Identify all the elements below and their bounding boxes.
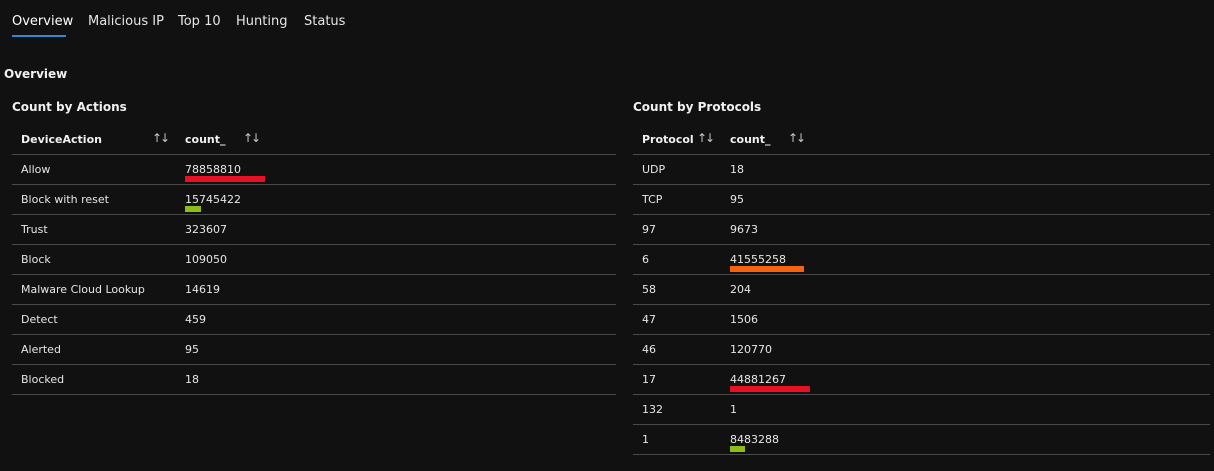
- tab-hunting[interactable]: Hunting: [236, 14, 287, 29]
- row-label: 1: [642, 433, 649, 446]
- row-count: 44881267: [730, 373, 786, 386]
- row-count: 1506: [730, 313, 758, 326]
- row-label: 132: [642, 403, 663, 416]
- row-count: 204: [730, 283, 751, 296]
- tab-overview[interactable]: Overview: [12, 14, 73, 29]
- tab-malicious-ip[interactable]: Malicious IP: [88, 14, 164, 29]
- count-bar: [185, 206, 201, 212]
- sort-icon[interactable]: ↑↓: [697, 131, 715, 145]
- row-label: 47: [642, 313, 656, 326]
- row-count: 41555258: [730, 253, 786, 266]
- count-bar: [730, 386, 810, 392]
- row-label: 46: [642, 343, 656, 356]
- row-label: 97: [642, 223, 656, 236]
- row-count: 95: [730, 193, 744, 206]
- row-label: Detect: [21, 313, 58, 326]
- table-row[interactable]: Detect 459: [12, 305, 616, 335]
- row-count: 15745422: [185, 193, 241, 206]
- table-row[interactable]: Blocked 18: [12, 365, 616, 395]
- count-bar: [730, 446, 745, 452]
- row-count: 8483288: [730, 433, 779, 446]
- row-count: 1: [730, 403, 737, 416]
- tab-status[interactable]: Status: [304, 14, 345, 29]
- row-label: Block with reset: [21, 193, 109, 206]
- sort-icon[interactable]: ↑↓: [243, 131, 261, 145]
- column-header-label[interactable]: DeviceAction: [21, 133, 102, 146]
- table-row[interactable]: Alerted 95: [12, 335, 616, 365]
- row-label: 58: [642, 283, 656, 296]
- column-header-label[interactable]: Protocol: [642, 133, 694, 146]
- table-row[interactable]: 58 204: [633, 275, 1210, 305]
- protocols-panel-title: Count by Protocols: [633, 100, 762, 114]
- count-bar: [730, 266, 804, 272]
- row-label: Alerted: [21, 343, 61, 356]
- table-row[interactable]: 1 8483288: [633, 425, 1210, 455]
- column-header-count[interactable]: count_: [730, 133, 771, 146]
- row-label: Block: [21, 253, 51, 266]
- table-row[interactable]: Malware Cloud Lookup 14619: [12, 275, 616, 305]
- actions-panel-title: Count by Actions: [12, 100, 127, 114]
- table-row[interactable]: 17 44881267: [633, 365, 1210, 395]
- sort-icon[interactable]: ↑↓: [152, 131, 170, 145]
- row-count: 9673: [730, 223, 758, 236]
- table-header: Protocol ↑↓ count_ ↑↓: [633, 124, 1210, 155]
- table-header: DeviceAction ↑↓ count_ ↑↓: [12, 124, 616, 155]
- section-title: Overview: [4, 67, 68, 81]
- row-count: 323607: [185, 223, 227, 236]
- table-row[interactable]: 46 120770: [633, 335, 1210, 365]
- row-label: 6: [642, 253, 649, 266]
- row-label: Trust: [21, 223, 48, 236]
- row-count: 120770: [730, 343, 772, 356]
- row-count: 18: [730, 163, 744, 176]
- column-header-count[interactable]: count_: [185, 133, 226, 146]
- row-label: TCP: [642, 193, 663, 206]
- row-count: 109050: [185, 253, 227, 266]
- table-row[interactable]: 47 1506: [633, 305, 1210, 335]
- row-count: 95: [185, 343, 199, 356]
- row-label: UDP: [642, 163, 666, 176]
- table-row[interactable]: 6 41555258: [633, 245, 1210, 275]
- table-row[interactable]: TCP 95: [633, 185, 1210, 215]
- table-row[interactable]: Block with reset 15745422: [12, 185, 616, 215]
- active-tab-indicator: [12, 35, 66, 37]
- table-row[interactable]: 97 9673: [633, 215, 1210, 245]
- table-row[interactable]: 132 1: [633, 395, 1210, 425]
- row-label: 17: [642, 373, 656, 386]
- table-row[interactable]: Block 109050: [12, 245, 616, 275]
- table-row[interactable]: UDP 18: [633, 155, 1210, 185]
- row-count: 78858810: [185, 163, 241, 176]
- row-count: 459: [185, 313, 206, 326]
- table-row[interactable]: Allow 78858810: [12, 155, 616, 185]
- tab-bar: Overview Malicious IP Top 10 Hunting Sta…: [0, 0, 1214, 40]
- row-label: Malware Cloud Lookup: [21, 283, 145, 296]
- row-count: 18: [185, 373, 199, 386]
- sort-icon[interactable]: ↑↓: [788, 131, 806, 145]
- tab-top-10[interactable]: Top 10: [178, 14, 221, 29]
- row-count: 14619: [185, 283, 220, 296]
- count-bar: [185, 176, 265, 182]
- table-row[interactable]: Trust 323607: [12, 215, 616, 245]
- row-label: Blocked: [21, 373, 65, 386]
- row-label: Allow: [21, 163, 51, 176]
